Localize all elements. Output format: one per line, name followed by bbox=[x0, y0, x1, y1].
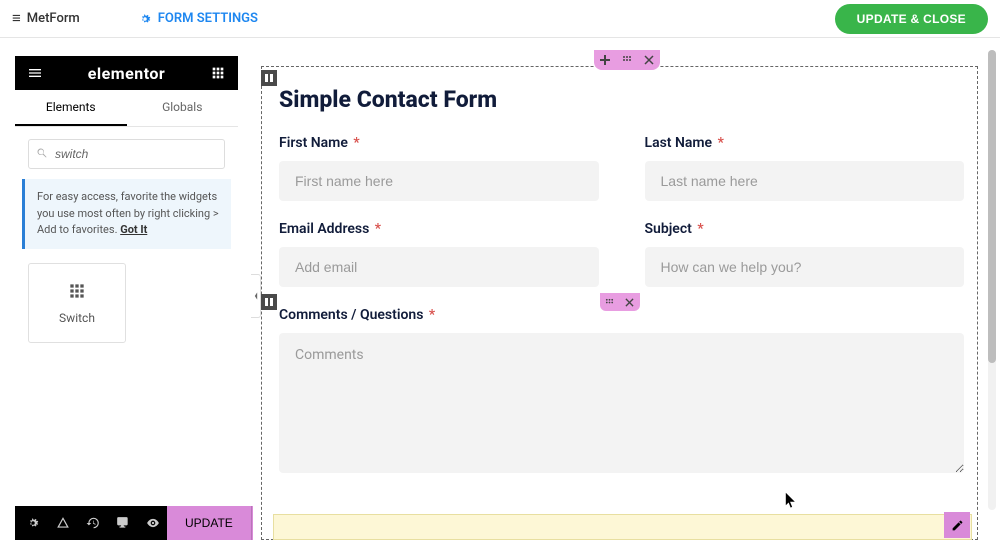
pencil-icon bbox=[951, 519, 964, 532]
preview-icon[interactable] bbox=[139, 506, 167, 540]
subject-label: Subject * bbox=[645, 221, 965, 237]
settings-icon[interactable] bbox=[19, 506, 47, 540]
first-name-label: First Name * bbox=[279, 135, 599, 151]
notice-strip bbox=[273, 514, 972, 540]
subject-input[interactable] bbox=[645, 247, 965, 287]
tab-globals[interactable]: Globals bbox=[127, 90, 239, 126]
column-handle-1[interactable] bbox=[261, 70, 277, 86]
navigator-icon[interactable] bbox=[49, 506, 77, 540]
inner-section-delete-button[interactable] bbox=[620, 293, 640, 311]
inner-section-drag-handle[interactable] bbox=[600, 293, 620, 311]
hamburger-icon[interactable] bbox=[25, 63, 45, 83]
widget-search-input[interactable] bbox=[28, 139, 225, 169]
scrollbar-thumb[interactable] bbox=[988, 50, 996, 363]
top-bar: ≡ MetForm FORM SETTINGS UPDATE & CLOSE bbox=[0, 0, 1000, 38]
panel-header: elementor bbox=[15, 56, 238, 90]
chevron-left-icon bbox=[253, 291, 259, 301]
last-name-input[interactable] bbox=[645, 161, 965, 201]
panel-tabs: Elements Globals bbox=[15, 90, 238, 127]
panel-update-button[interactable]: UPDATE bbox=[167, 506, 251, 540]
history-icon[interactable] bbox=[79, 506, 107, 540]
metform-brand[interactable]: ≡ MetForm bbox=[12, 10, 80, 27]
section-add-button[interactable] bbox=[594, 50, 616, 70]
tab-elements[interactable]: Elements bbox=[15, 90, 127, 126]
gear-icon bbox=[138, 12, 152, 26]
search-icon bbox=[36, 147, 48, 159]
widget-switch-label: Switch bbox=[59, 311, 95, 325]
comments-textarea[interactable] bbox=[279, 333, 964, 473]
edit-widget-button[interactable] bbox=[944, 512, 970, 538]
responsive-icon[interactable] bbox=[109, 506, 137, 540]
mouse-cursor bbox=[785, 492, 798, 514]
editor-canvas[interactable]: Simple Contact Form First Name * Last Na… bbox=[253, 38, 1000, 540]
elementor-logo: elementor bbox=[88, 64, 166, 83]
switch-widget-icon bbox=[67, 281, 87, 301]
email-input[interactable] bbox=[279, 247, 599, 287]
brand-text: MetForm bbox=[27, 11, 80, 26]
elementor-e-icon: ≡ bbox=[12, 10, 21, 27]
form-title: Simple Contact Form bbox=[279, 86, 964, 113]
section-drag-handle[interactable] bbox=[616, 50, 638, 70]
email-label: Email Address * bbox=[279, 221, 599, 237]
update-close-button[interactable]: UPDATE & CLOSE bbox=[835, 4, 988, 34]
apps-grid-icon[interactable] bbox=[208, 63, 228, 83]
tip-got-it[interactable]: Got It bbox=[120, 223, 147, 236]
section-delete-button[interactable] bbox=[638, 50, 660, 70]
panel-footer: UPDATE bbox=[15, 506, 253, 540]
form-settings-label: FORM SETTINGS bbox=[158, 11, 258, 26]
favorites-tip: For easy access, favorite the widgets yo… bbox=[22, 179, 231, 249]
panel-collapse-toggle[interactable] bbox=[251, 274, 261, 318]
form-settings-link[interactable]: FORM SETTINGS bbox=[138, 11, 258, 26]
elementor-panel: elementor Elements Globals For easy acce… bbox=[0, 38, 253, 540]
scrollbar[interactable] bbox=[988, 50, 996, 510]
last-name-label: Last Name * bbox=[645, 135, 965, 151]
widget-switch[interactable]: Switch bbox=[28, 263, 126, 343]
section-handles bbox=[594, 50, 660, 70]
inner-section-handles bbox=[600, 293, 640, 311]
column-handle-2[interactable] bbox=[261, 294, 277, 310]
first-name-input[interactable] bbox=[279, 161, 599, 201]
